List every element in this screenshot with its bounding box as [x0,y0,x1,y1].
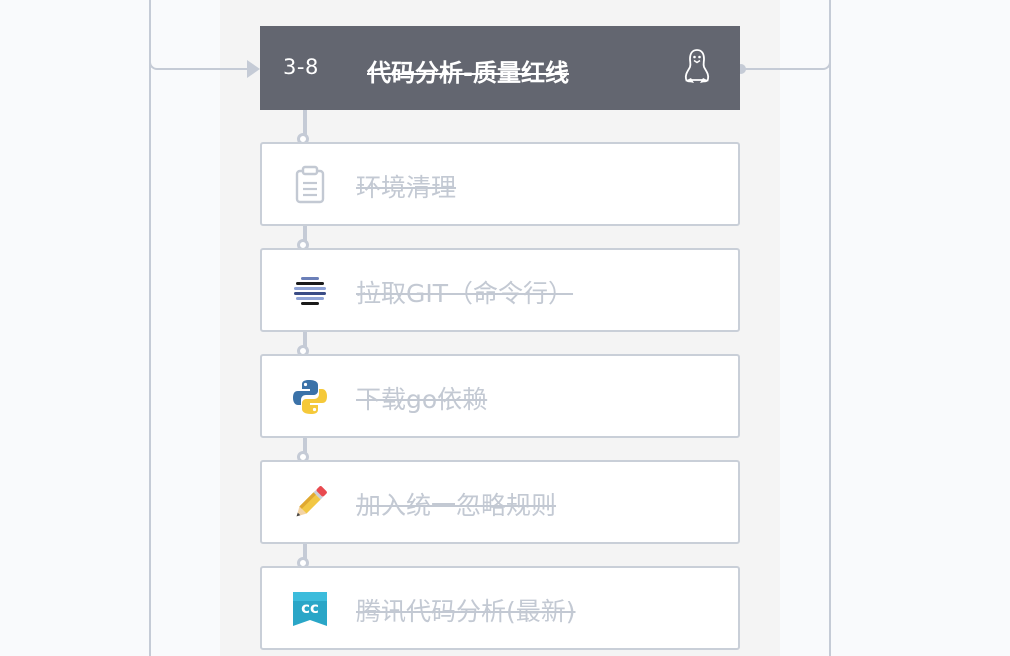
python-icon [293,380,327,414]
git-striped-sphere-icon [294,277,326,305]
cc-codecc-icon: cc [293,592,327,626]
task-card-codecc[interactable]: cc 腾讯代码分析(最新) [260,566,740,650]
linux-penguin-icon [684,49,710,83]
pipeline-canvas: 3-8 代码分析-质量红线 环境清理 拉取GIT（命令行） 下载go依赖 加入统… [0,0,1010,656]
stage-title: 代码分析-质量红线 [367,59,569,87]
flow-line-right [829,0,831,656]
flow-arrow-icon [247,60,260,78]
clipboard-icon [295,165,325,204]
task-card-go-deps[interactable]: 下载go依赖 [260,354,740,438]
stage-header[interactable]: 3-8 代码分析-质量红线 [260,26,740,110]
stage-number: 3-8 [283,55,319,79]
flow-line-right-horizontal [741,68,823,70]
pencil-icon [296,486,327,517]
task-label: 加入统一忽略规则 [356,491,557,520]
svg-text:cc: cc [301,599,319,617]
task-label: 腾讯代码分析(最新) [356,597,576,626]
task-card-env-cleanup[interactable]: 环境清理 [260,142,740,226]
flow-line-left-horizontal [157,68,249,70]
task-label: 环境清理 [356,173,457,202]
task-label: 拉取GIT（命令行） [356,279,574,308]
flow-line-left [149,0,151,656]
task-card-ignore-rules[interactable]: 加入统一忽略规则 [260,460,740,544]
task-label: 下载go依赖 [356,385,488,414]
task-card-git-pull[interactable]: 拉取GIT（命令行） [260,248,740,332]
